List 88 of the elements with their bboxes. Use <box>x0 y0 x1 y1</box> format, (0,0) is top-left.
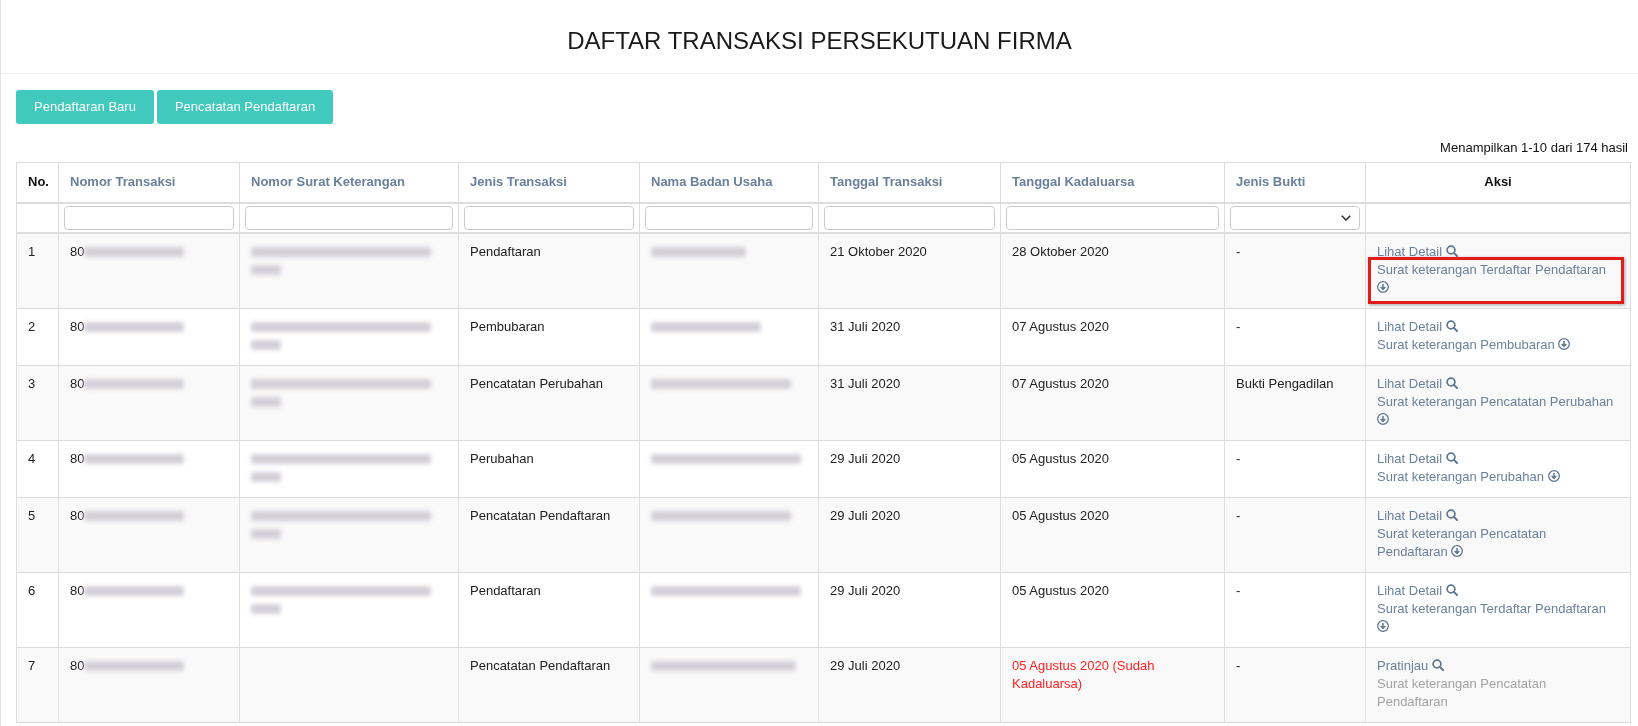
page-title: DAFTAR TRANSAKSI PERSEKUTUAN FIRMA <box>567 26 1072 55</box>
transaction-number: 80 <box>70 657 85 673</box>
filter-input[interactable] <box>824 205 995 230</box>
expiry-date: 05 Agustus 2020 <box>1012 507 1109 523</box>
row-number: 7 <box>28 657 36 673</box>
view-link[interactable]: Lihat Detail <box>1377 506 1458 525</box>
expiry-date: 07 Agustus 2020 <box>1012 375 1109 391</box>
transaction-number: 80 <box>70 375 85 391</box>
transaction-type: Pendaftaran <box>470 582 541 598</box>
transaction-date: 29 Juli 2020 <box>830 657 901 673</box>
evidence-type: - <box>1236 450 1241 466</box>
filter-input[interactable] <box>464 205 634 230</box>
transaction-type: Perubahan <box>470 450 534 466</box>
certificate-link[interactable]: Surat keterangan Terdaftar Pendaftaran <box>1377 599 1619 636</box>
column-header[interactable]: Nama Badan Usaha <box>639 162 819 203</box>
view-link[interactable]: Lihat Detail <box>1377 449 1458 468</box>
action-button[interactable]: Pencatatan Pendaftaran <box>156 90 334 124</box>
row-number: 4 <box>28 450 36 466</box>
transaction-type: Pendaftaran <box>470 243 541 259</box>
transaction-number: 80 <box>70 507 85 523</box>
search-icon <box>1445 319 1458 332</box>
search-icon <box>1445 376 1458 389</box>
filter-input[interactable] <box>64 205 234 230</box>
view-link[interactable]: Lihat Detail <box>1377 581 1458 600</box>
column-header[interactable]: Jenis Bukti <box>1224 162 1366 203</box>
transaction-date: 29 Juli 2020 <box>830 507 901 523</box>
column-header[interactable]: Jenis Transaksi <box>458 162 640 203</box>
download-icon <box>1558 337 1571 350</box>
view-link[interactable]: Lihat Detail <box>1377 317 1458 336</box>
evidence-type: - <box>1236 507 1241 523</box>
column-header: Aksi <box>1365 162 1631 203</box>
transaction-type: Pembubaran <box>470 318 545 334</box>
certificate-link[interactable]: Surat keterangan Pembubaran <box>1377 335 1571 354</box>
transaction-number: 80 <box>70 582 85 598</box>
download-icon <box>1451 544 1464 557</box>
transaction-type: Pencatatan Perubahan <box>470 375 603 391</box>
column-header[interactable]: Tanggal Kadaluarsa <box>1000 162 1225 203</box>
download-icon <box>1377 619 1389 632</box>
search-icon <box>1445 451 1458 464</box>
download-icon <box>1377 280 1389 293</box>
evidence-type: - <box>1236 318 1241 334</box>
transaction-date: 31 Juli 2020 <box>830 375 901 391</box>
evidence-type: - <box>1236 657 1241 673</box>
transaction-type: Pencatatan Pendaftaran <box>470 657 611 673</box>
column-header[interactable]: Tanggal Transaksi <box>818 162 1001 203</box>
transaction-date: 29 Juli 2020 <box>830 582 901 598</box>
transaction-number: 80 <box>70 318 85 334</box>
search-icon <box>1445 508 1458 521</box>
row-number: 6 <box>28 582 36 598</box>
transaction-date: 21 Oktober 2020 <box>830 243 927 259</box>
expiry-date: 07 Agustus 2020 <box>1012 318 1109 334</box>
column-header[interactable]: Nomor Surat Keterangan <box>239 162 459 203</box>
filter-input[interactable] <box>645 205 813 230</box>
chevron-down-icon <box>1341 214 1351 221</box>
column-header[interactable]: Nomor Transaksi <box>58 162 240 203</box>
search-icon <box>1431 658 1444 671</box>
action-button[interactable]: Pendaftaran Baru <box>16 90 154 124</box>
expiry-date: 05 Agustus 2020 (Sudah Kadaluarsa) <box>1012 657 1155 691</box>
download-icon <box>1377 412 1389 425</box>
expiry-date: 05 Agustus 2020 <box>1012 582 1109 598</box>
transaction-number: 80 <box>70 243 85 259</box>
evidence-type: - <box>1236 582 1241 598</box>
view-link[interactable]: Lihat Detail <box>1377 242 1458 261</box>
filter-select[interactable] <box>1230 205 1360 230</box>
expiry-date: 05 Agustus 2020 <box>1012 450 1109 466</box>
transaction-number: 80 <box>70 450 85 466</box>
row-number: 3 <box>28 375 36 391</box>
search-icon <box>1445 583 1458 596</box>
row-number: 1 <box>28 243 36 259</box>
search-icon <box>1445 244 1458 257</box>
certificate-link[interactable]: Surat keterangan Perubahan <box>1377 467 1560 486</box>
download-icon <box>1547 469 1560 482</box>
filter-input[interactable] <box>1006 205 1219 230</box>
result-count: Menampilkan 1-10 dari 174 hasil <box>1440 140 1628 156</box>
transaction-type: Pencatatan Pendaftaran <box>470 507 611 523</box>
certificate-link[interactable]: Surat keterangan Pencatatan Pendaftaran <box>1377 524 1619 561</box>
certificate-link[interactable]: Surat keterangan Pencatatan Perubahan <box>1377 392 1619 429</box>
transaction-date: 31 Juli 2020 <box>830 318 901 334</box>
evidence-type: Bukti Pengadilan <box>1236 375 1334 391</box>
filter-input[interactable] <box>245 205 453 230</box>
transaction-date: 29 Juli 2020 <box>830 450 901 466</box>
view-link[interactable]: Lihat Detail <box>1377 374 1458 393</box>
row-number: 2 <box>28 318 36 334</box>
evidence-type: - <box>1236 243 1241 259</box>
row-number: 5 <box>28 507 36 523</box>
expiry-date: 28 Oktober 2020 <box>1012 243 1109 259</box>
certificate-link[interactable]: Surat keterangan Terdaftar Pendaftaran <box>1377 260 1619 297</box>
column-header: No. <box>16 162 59 203</box>
